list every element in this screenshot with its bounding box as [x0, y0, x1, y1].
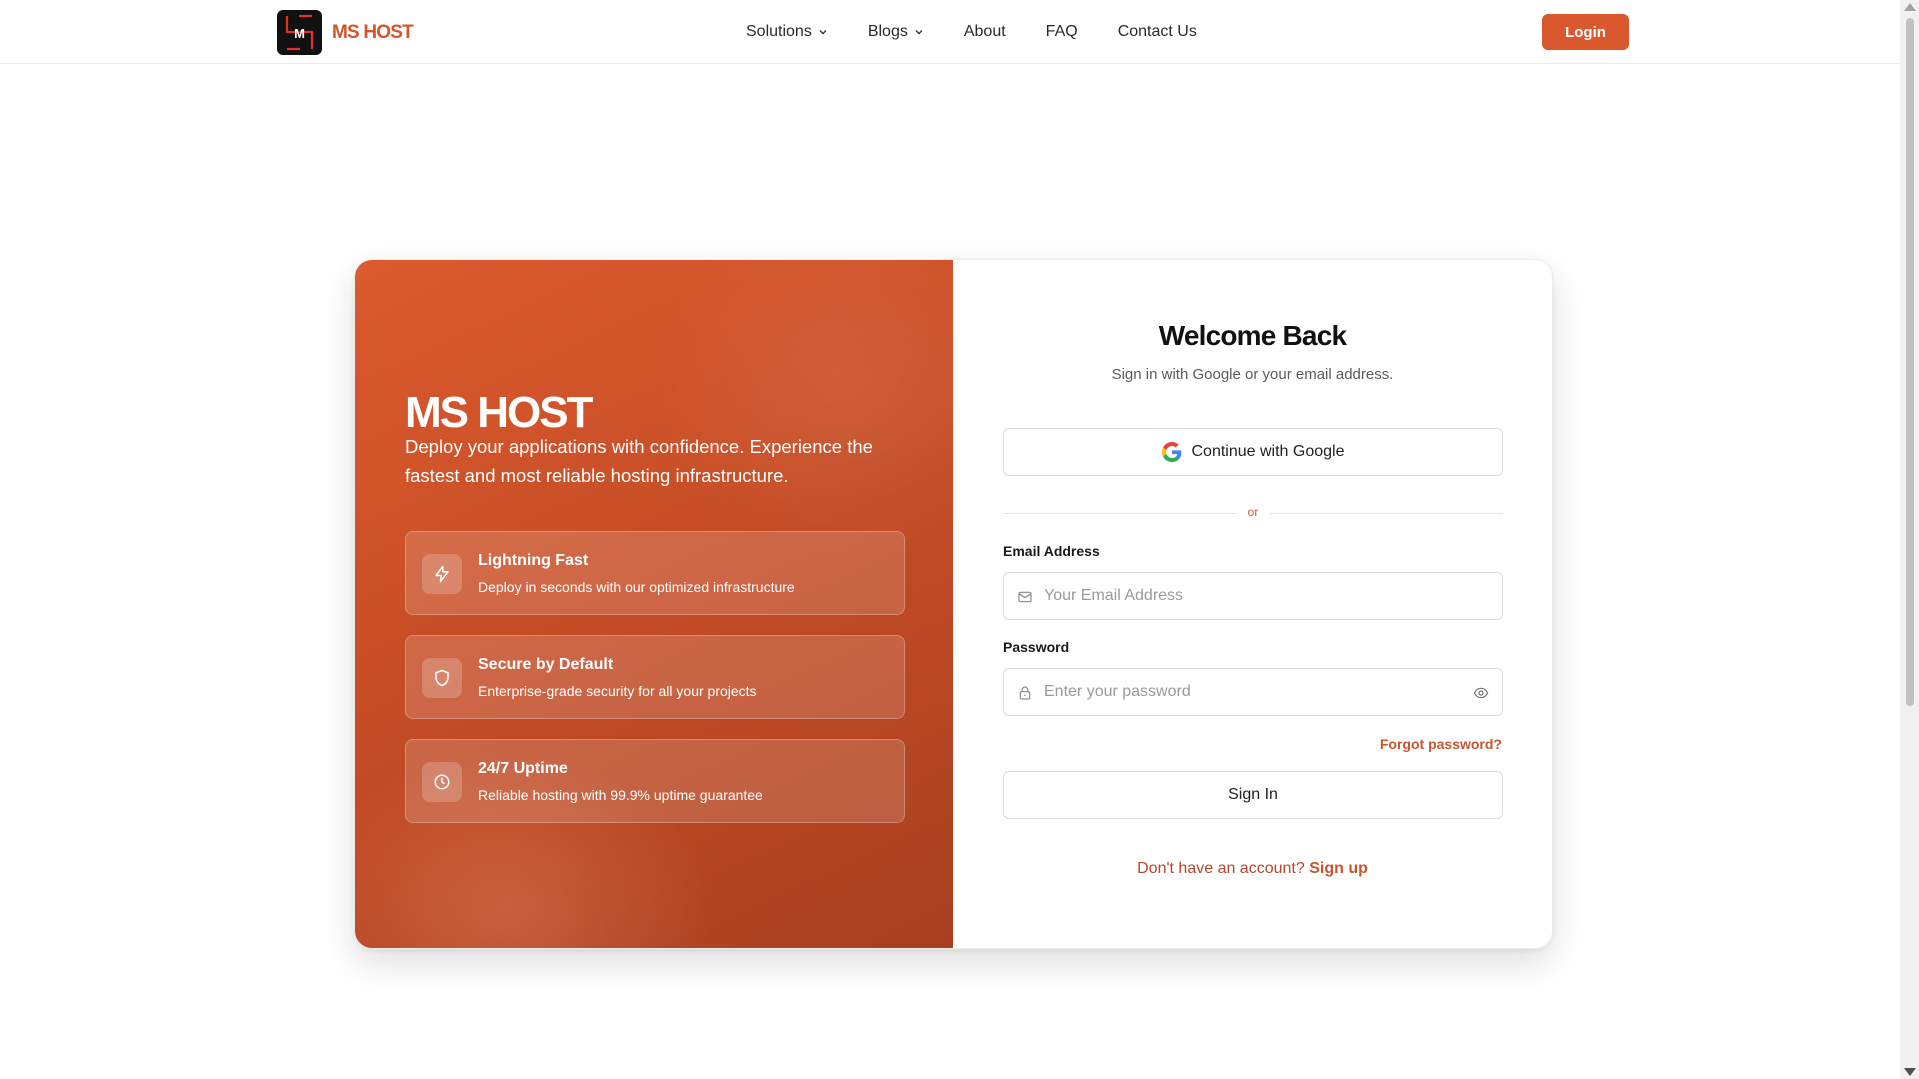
- sign-up-link[interactable]: Sign up: [1309, 860, 1368, 877]
- promo-panel: MS HOST Deploy your applications with co…: [355, 260, 953, 948]
- clock-icon: [422, 762, 462, 802]
- feature-title: 24/7 Uptime: [478, 760, 568, 777]
- feature-description: Deploy in seconds with our optimized inf…: [478, 579, 795, 595]
- nav-item-contact[interactable]: Contact Us: [1118, 23, 1197, 41]
- eye-icon[interactable]: [1472, 685, 1490, 701]
- email-label: Email Address: [1003, 543, 1100, 559]
- nav-item-faq[interactable]: FAQ: [1046, 23, 1078, 41]
- feature-card: 24/7 Uptime Reliable hosting with 99.9% …: [405, 739, 905, 823]
- shield-icon: [422, 658, 462, 698]
- top-navbar: M MS HOST Solutions Blogs About FAQ Cont…: [0, 0, 1900, 64]
- chevron-down-icon: [819, 30, 827, 35]
- nav-label-blogs: Blogs: [867, 23, 908, 40]
- password-label: Password: [1003, 639, 1070, 655]
- form-title: Welcome Back: [1158, 320, 1347, 351]
- google-button-label: Continue with Google: [1191, 443, 1345, 460]
- scroll-up-arrow-icon[interactable]: [1904, 3, 1916, 11]
- sign-in-button[interactable]: Sign In: [1003, 771, 1503, 819]
- feature-description: Reliable hosting with 99.9% uptime guara…: [478, 787, 763, 803]
- email-field: [1003, 572, 1503, 620]
- feature-card: Lightning Fast Deploy in seconds with ou…: [405, 531, 905, 615]
- signup-row: Don't have an account? Sign up: [953, 860, 1552, 878]
- feature-title: Lightning Fast: [478, 552, 589, 569]
- nav-item-blogs[interactable]: Blogs: [868, 23, 924, 41]
- hero-title: MS HOST: [405, 388, 593, 437]
- nav-label-solutions: Solutions: [746, 23, 812, 40]
- nav-item-about[interactable]: About: [964, 23, 1006, 41]
- nav-label-contact: Contact Us: [1117, 23, 1197, 40]
- or-divider: or: [1003, 505, 1503, 521]
- logo-mark: M: [277, 10, 322, 55]
- form-subtitle: Sign in with Google or your email addres…: [1111, 366, 1394, 383]
- lock-icon: [1019, 686, 1031, 700]
- nav-label-about: About: [963, 23, 1006, 40]
- hero-tagline: Deploy your applications with confidence…: [405, 436, 873, 486]
- nav-label-faq: FAQ: [1045, 23, 1078, 40]
- logo-letter: M: [294, 26, 305, 41]
- forgot-password-link[interactable]: Forgot password?: [1380, 736, 1502, 752]
- google-signin-button[interactable]: Continue with Google: [1003, 428, 1503, 476]
- auth-card: MS HOST Deploy your applications with co…: [354, 259, 1553, 949]
- email-input[interactable]: [1044, 573, 1444, 619]
- feature-title: Secure by Default: [478, 656, 614, 673]
- main-nav: Solutions Blogs About FAQ Contact Us: [746, 0, 1237, 64]
- nav-item-solutions[interactable]: Solutions: [746, 23, 828, 41]
- lightning-icon: [422, 554, 462, 594]
- page-scrollbar[interactable]: [1900, 0, 1919, 1079]
- scroll-down-arrow-icon[interactable]: [1904, 1068, 1916, 1076]
- google-icon: [1161, 442, 1181, 462]
- signup-prompt: Don't have an account?: [1137, 860, 1305, 877]
- divider-text: or: [1247, 505, 1259, 519]
- brand-name: MS HOST: [332, 21, 414, 43]
- feature-list: Lightning Fast Deploy in seconds with ou…: [405, 531, 905, 843]
- brand-logo-link[interactable]: M MS HOST: [277, 10, 414, 55]
- password-input[interactable]: [1044, 669, 1444, 715]
- scrollbar-thumb[interactable]: [1906, 18, 1914, 706]
- login-panel: Welcome Back Sign in with Google or your…: [953, 260, 1552, 948]
- mail-icon: [1018, 591, 1032, 603]
- feature-description: Enterprise-grade security for all your p…: [478, 683, 757, 699]
- feature-card: Secure by Default Enterprise-grade secur…: [405, 635, 905, 719]
- header-login-button[interactable]: Login: [1542, 14, 1629, 50]
- password-field: [1003, 668, 1503, 716]
- chevron-down-icon: [915, 30, 923, 35]
